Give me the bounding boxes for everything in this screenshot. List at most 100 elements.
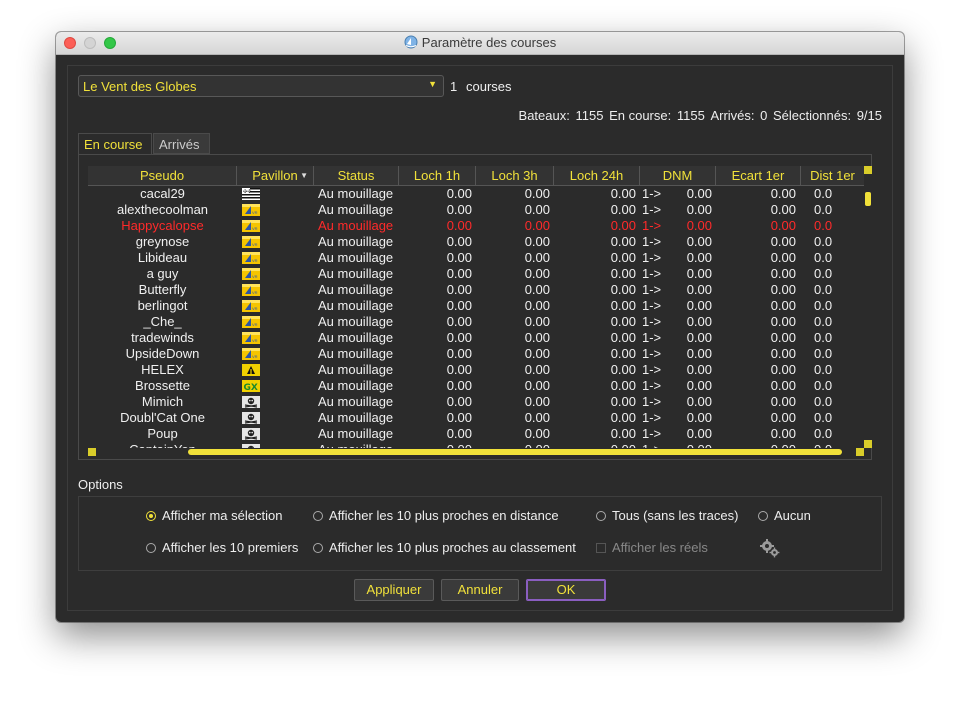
column-header-dist-1er[interactable]: Dist 1er xyxy=(801,166,864,185)
table-row[interactable]: a guy VR Au mouillage 0.00 0.00 0.00 1-> 0.00 0.… xyxy=(88,266,864,282)
vertical-scroll-thumb[interactable] xyxy=(865,192,871,206)
column-header-ecart-1er[interactable]: Ecart 1er xyxy=(716,166,801,185)
column-header-dnm[interactable]: DNM xyxy=(640,166,716,185)
cell-dnm: 0.00 xyxy=(686,234,712,249)
svg-text:VR: VR xyxy=(252,306,258,311)
cell-loch-3h: 0.00 xyxy=(524,298,550,313)
cell-dnm: 0.00 xyxy=(686,346,712,361)
table-row[interactable]: alexthecoolman VR Au mouillage 0.00 0.00 0.00… xyxy=(88,202,864,218)
option-tous-label: Tous (sans les traces) xyxy=(612,508,739,523)
cell-status: Au mouillage xyxy=(318,234,394,249)
cell-status: Au mouillage xyxy=(318,266,394,281)
cell-dnm-direction: 1-> xyxy=(642,346,662,361)
column-header-loch-24h[interactable]: Loch 24h xyxy=(554,166,640,185)
svg-text:VR: VR xyxy=(252,354,258,359)
cell-status: Au mouillage xyxy=(318,346,394,361)
cell-dnm: 0.00 xyxy=(686,218,712,233)
flag-vr-icon: VR xyxy=(242,332,260,344)
cell-dnm-direction: 1-> xyxy=(642,410,662,425)
cell-status: Au mouillage xyxy=(318,426,394,441)
cell-dnm: 0.00 xyxy=(686,330,712,345)
selectionnes-label: Sélectionnés: xyxy=(773,108,852,123)
cell-loch-1h: 0.00 xyxy=(446,426,472,441)
cell-dnm-direction: 1-> xyxy=(642,266,662,281)
scroll-up-button[interactable] xyxy=(864,166,872,174)
table-row[interactable]: Poup Au mouillage 0.00 0.00 0.00 1-> 0.00 0.00 0… xyxy=(88,426,864,442)
apply-button[interactable]: Appliquer xyxy=(354,579,434,601)
cell-pseudo: tradewinds xyxy=(131,330,194,345)
cell-ecart-1er: 0.00 xyxy=(770,330,796,345)
radio-icon[interactable] xyxy=(313,511,323,521)
courses-count: 1 xyxy=(450,79,458,94)
cell-loch-24h: 0.00 xyxy=(610,282,636,297)
scroll-right-button[interactable] xyxy=(856,448,864,456)
cancel-button[interactable]: Annuler xyxy=(441,579,519,601)
column-header-status[interactable]: Status xyxy=(314,166,399,185)
gear-icon[interactable] xyxy=(759,537,781,559)
option-proches-classement[interactable]: Afficher les 10 plus proches au classeme… xyxy=(313,540,576,555)
column-header-loch-3h[interactable]: Loch 3h xyxy=(476,166,554,185)
column-header-pavillon[interactable]: Pavillon ▼ xyxy=(237,166,314,185)
cell-loch-3h: 0.00 xyxy=(524,266,550,281)
cell-loch-3h: 0.00 xyxy=(524,346,550,361)
cell-loch-1h: 0.00 xyxy=(446,394,472,409)
tab-en-course[interactable]: En course xyxy=(78,133,152,154)
radio-icon[interactable] xyxy=(596,511,606,521)
cell-loch-24h: 0.00 xyxy=(610,314,636,329)
cell-pavillon: ✣✣ xyxy=(237,186,314,202)
cell-dnm: 0.00 xyxy=(686,298,712,313)
cell-dnm-direction: 1-> xyxy=(642,186,662,201)
cell-loch-1h: 0.00 xyxy=(446,282,472,297)
scroll-down-button[interactable] xyxy=(864,440,872,448)
column-header-loch-1h[interactable]: Loch 1h xyxy=(399,166,476,185)
table-row[interactable]: greynose VR Au mouillage 0.00 0.00 0.00 1-> 0.0… xyxy=(88,234,864,250)
race-dropdown[interactable]: Le Vent des Globes ▼ xyxy=(78,75,444,97)
horizontal-scrollbar[interactable] xyxy=(88,448,864,457)
scroll-left-button[interactable] xyxy=(88,448,96,456)
cell-status: Au mouillage xyxy=(318,298,394,313)
vertical-scrollbar[interactable] xyxy=(864,166,872,448)
radio-icon[interactable] xyxy=(146,543,156,553)
radio-checked-icon[interactable] xyxy=(146,511,156,521)
cell-loch-24h: 0.00 xyxy=(610,186,636,201)
title-bar[interactable]: Paramètre des courses xyxy=(56,32,904,55)
column-header-pseudo[interactable]: Pseudo xyxy=(88,166,237,185)
cell-loch-3h: 0.00 xyxy=(524,378,550,393)
option-ma-selection[interactable]: Afficher ma sélection xyxy=(146,508,282,523)
cell-dnm: 0.00 xyxy=(686,378,712,393)
cell-dnm: 0.00 xyxy=(686,362,712,377)
cell-dnm-direction: 1-> xyxy=(642,282,662,297)
table-row[interactable]: _Che_ VR Au mouillage 0.00 0.00 0.00 1-> 0.00 0.… xyxy=(88,314,864,330)
cell-loch-1h: 0.00 xyxy=(446,298,472,313)
option-tous[interactable]: Tous (sans les traces) xyxy=(596,508,738,523)
column-header-pavillon-label: Pavillon xyxy=(252,168,298,183)
table-row[interactable]: Doubl'Cat One Au mouillage 0.00 0.00 0.00 1->… xyxy=(88,410,864,426)
option-premiers[interactable]: Afficher les 10 premiers xyxy=(146,540,298,555)
radio-icon[interactable] xyxy=(313,543,323,553)
table-row[interactable]: UpsideDown VR Au mouillage 0.00 0.00 0.00 1-> 0… xyxy=(88,346,864,362)
table-row[interactable]: Happycalopse VR Au mouillage 0.00 0.00 0.00 1-… xyxy=(88,218,864,234)
cell-loch-24h: 0.00 xyxy=(610,378,636,393)
option-aucun[interactable]: Aucun xyxy=(758,508,811,523)
tab-arrives[interactable]: Arrivés xyxy=(153,133,210,154)
ok-button[interactable]: OK xyxy=(526,579,606,601)
table-row[interactable]: berlingot VR Au mouillage 0.00 0.00 0.00 1-> 0.… xyxy=(88,298,864,314)
table-row[interactable]: Butterfly VR Au mouillage 0.00 0.00 0.00 1-> 0.… xyxy=(88,282,864,298)
table-row[interactable]: Mimich Au mouillage 0.00 0.00 0.00 1-> 0.00 0.0… xyxy=(88,394,864,410)
cell-dist-1er: 0.0 xyxy=(814,330,833,345)
radio-icon[interactable] xyxy=(758,511,768,521)
horizontal-scroll-thumb[interactable] xyxy=(188,449,842,455)
cell-dnm: 0.00 xyxy=(686,426,712,441)
svg-text:GX: GX xyxy=(244,383,258,392)
cell-pavillon xyxy=(237,426,314,442)
table-row[interactable]: HELEX Au mouillage 0.00 0.00 0.00 1-> 0.00 0.00… xyxy=(88,362,864,378)
arrives-value: 0 xyxy=(760,108,768,123)
cell-loch-3h: 0.00 xyxy=(524,426,550,441)
option-proches-distance[interactable]: Afficher les 10 plus proches en distance xyxy=(313,508,559,523)
table-row[interactable]: Libideau VR Au mouillage 0.00 0.00 0.00 1-> 0.0… xyxy=(88,250,864,266)
arrives-label: Arrivés: xyxy=(710,108,755,123)
table-row[interactable]: cacal29 ✣✣ Au mouillage 0.00 0.00 0.00 1-> 0.00… xyxy=(88,186,864,202)
table-row[interactable]: tradewinds VR Au mouillage 0.00 0.00 0.00 1-> 0… xyxy=(88,330,864,346)
cell-dist-1er: 0.0 xyxy=(814,250,833,265)
table-row[interactable]: Brossette GX Au mouillage 0.00 0.00 0.00 1-> 0.… xyxy=(88,378,864,394)
